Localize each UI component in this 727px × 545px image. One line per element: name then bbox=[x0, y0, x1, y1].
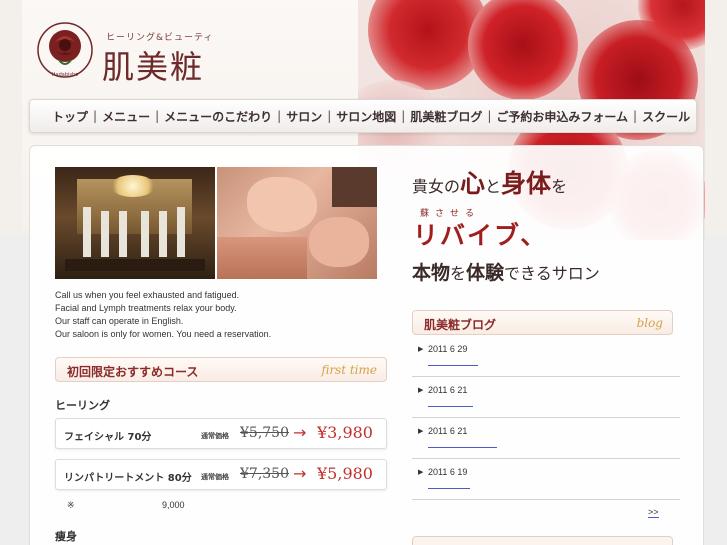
tagline-emphasis: 身体 bbox=[501, 169, 552, 198]
tagline-line-1: 貴女の心と身体を bbox=[412, 164, 567, 200]
blog-entry-link[interactable] bbox=[428, 365, 478, 366]
nav-item-salon[interactable]: サロン bbox=[286, 108, 322, 125]
intro-line: Our staff can operate in English. bbox=[55, 316, 184, 326]
tagline-text: 貴女の bbox=[412, 177, 461, 196]
rose-emblem-icon: Hadabisho bbox=[37, 22, 93, 78]
blog-title-en: blog bbox=[636, 316, 663, 330]
nav-separator: | bbox=[327, 109, 332, 123]
regular-price-label: 通常価格 bbox=[201, 473, 229, 481]
emblem-text: Hadabisho bbox=[52, 72, 78, 78]
blog-entry[interactable]: ▶ 2011 6 19 bbox=[412, 459, 680, 500]
nav-separator: | bbox=[155, 109, 160, 123]
discount-price: ¥5,980 bbox=[317, 464, 373, 483]
first-time-course-header: 初回限定おすすめコース first time bbox=[55, 357, 387, 382]
regular-price: ¥7,350 bbox=[240, 466, 289, 482]
nav-item-reservation-form[interactable]: ご予約お申込みフォーム bbox=[496, 108, 628, 125]
note-mark: ※ bbox=[67, 500, 75, 510]
blog-entry[interactable]: ▶ 2011 6 21 bbox=[412, 418, 680, 459]
discount-price: ¥3,980 bbox=[317, 423, 373, 442]
course-title: 初回限定おすすめコース bbox=[67, 365, 199, 379]
price-row-lymph[interactable]: リンパトリートメント 80分 通常価格 ¥7,350 → ¥5,980 bbox=[55, 459, 387, 490]
blog-entry[interactable]: ▶ 2011 6 29 bbox=[412, 336, 680, 377]
blog-more-link[interactable]: >> bbox=[648, 507, 659, 518]
blog-entry-link[interactable] bbox=[428, 488, 470, 489]
nav-item-menu-commitment[interactable]: メニューのこだわり bbox=[164, 108, 272, 125]
price-row-facial[interactable]: フェイシャル 70分 通常価格 ¥5,750 → ¥3,980 bbox=[55, 418, 387, 449]
nav-item-school[interactable]: スクール bbox=[642, 108, 690, 125]
blog-date: 2011 6 29 bbox=[428, 344, 468, 354]
blog-entry[interactable]: ▶ 2011 6 21 bbox=[412, 377, 680, 418]
course-title-en: first time bbox=[321, 363, 377, 377]
section-slimming: 痩身 bbox=[55, 530, 77, 543]
blog-date: 2011 6 21 bbox=[428, 385, 468, 395]
massage-photo bbox=[217, 167, 377, 279]
nav-item-blog[interactable]: 肌美粧ブログ bbox=[410, 108, 482, 125]
nav-separator: | bbox=[93, 109, 98, 123]
triangle-right-icon: ▶ bbox=[418, 468, 424, 476]
intro-line: Facial and Lymph treatments relax your b… bbox=[55, 303, 237, 313]
note-value: 9,000 bbox=[162, 500, 185, 510]
nav-separator: | bbox=[633, 109, 638, 123]
regular-price: ¥5,750 bbox=[240, 425, 289, 441]
course-name: フェイシャル 70分 bbox=[64, 432, 152, 443]
main-nav: トップ | メニュー | メニューのこだわり | サロン | サロン地図 | 肌… bbox=[29, 99, 697, 133]
salon-interior-photo bbox=[55, 167, 215, 279]
nav-separator: | bbox=[401, 109, 406, 123]
tagline-emphasis: 心 bbox=[460, 169, 486, 198]
triangle-right-icon: ▶ bbox=[418, 386, 424, 394]
triangle-right-icon: ▶ bbox=[418, 345, 424, 353]
tagline-text: を bbox=[551, 177, 568, 196]
arrow-right-icon: → bbox=[293, 423, 307, 442]
blog-date: 2011 6 19 bbox=[428, 467, 468, 477]
tagline-line-3: 本物を体験できるサロン bbox=[412, 258, 600, 285]
arrow-right-icon: → bbox=[293, 464, 307, 483]
logo-name: 肌美粧 bbox=[102, 48, 205, 86]
blog-more-text: >> bbox=[648, 507, 659, 518]
intro-line: Call us when you feel exhausted and fati… bbox=[55, 290, 240, 300]
nav-separator: | bbox=[487, 109, 492, 123]
blog-title: 肌美粧ブログ bbox=[424, 318, 497, 332]
section-healing: ヒーリング bbox=[55, 399, 110, 412]
blog-entry-link[interactable] bbox=[428, 447, 497, 448]
nav-item-top[interactable]: トップ bbox=[52, 108, 88, 125]
triangle-right-icon: ▶ bbox=[418, 427, 424, 435]
intro-text: Call us when you feel exhausted and fati… bbox=[55, 289, 385, 341]
nav-item-menu[interactable]: メニュー bbox=[102, 108, 150, 125]
page: Hadabisho ヒーリング&ビューティ 肌美粧 トップ | メニュー | メ… bbox=[0, 0, 727, 545]
tagline-text: と bbox=[485, 177, 502, 196]
intro-line: Our saloon is only for women. You need a… bbox=[55, 329, 272, 339]
tagline-emphasis: 本物 bbox=[412, 262, 451, 284]
tagline-text: できるサロン bbox=[504, 264, 600, 283]
logo[interactable]: Hadabisho ヒーリング&ビューティ 肌美粧 bbox=[36, 16, 236, 90]
course-name: リンパトリートメント 80分 bbox=[64, 473, 192, 484]
blog-header: 肌美粧ブログ blog bbox=[412, 310, 673, 335]
blog-list: ▶ 2011 6 29 ▶ 2011 6 21 ▶ 2011 6 21 ▶ 20… bbox=[412, 336, 680, 500]
tagline-emphasis: 体験 bbox=[466, 262, 505, 284]
nav-item-salon-map[interactable]: サロン地図 bbox=[336, 108, 396, 125]
next-section-header bbox=[412, 536, 673, 545]
tagline-revive: リバイブ、 bbox=[413, 221, 548, 250]
regular-price-label: 通常価格 bbox=[201, 432, 229, 440]
blog-date: 2011 6 21 bbox=[428, 426, 468, 436]
nav-separator: | bbox=[277, 109, 282, 123]
tagline-text: を bbox=[450, 264, 467, 283]
blog-entry-link[interactable] bbox=[428, 406, 473, 407]
